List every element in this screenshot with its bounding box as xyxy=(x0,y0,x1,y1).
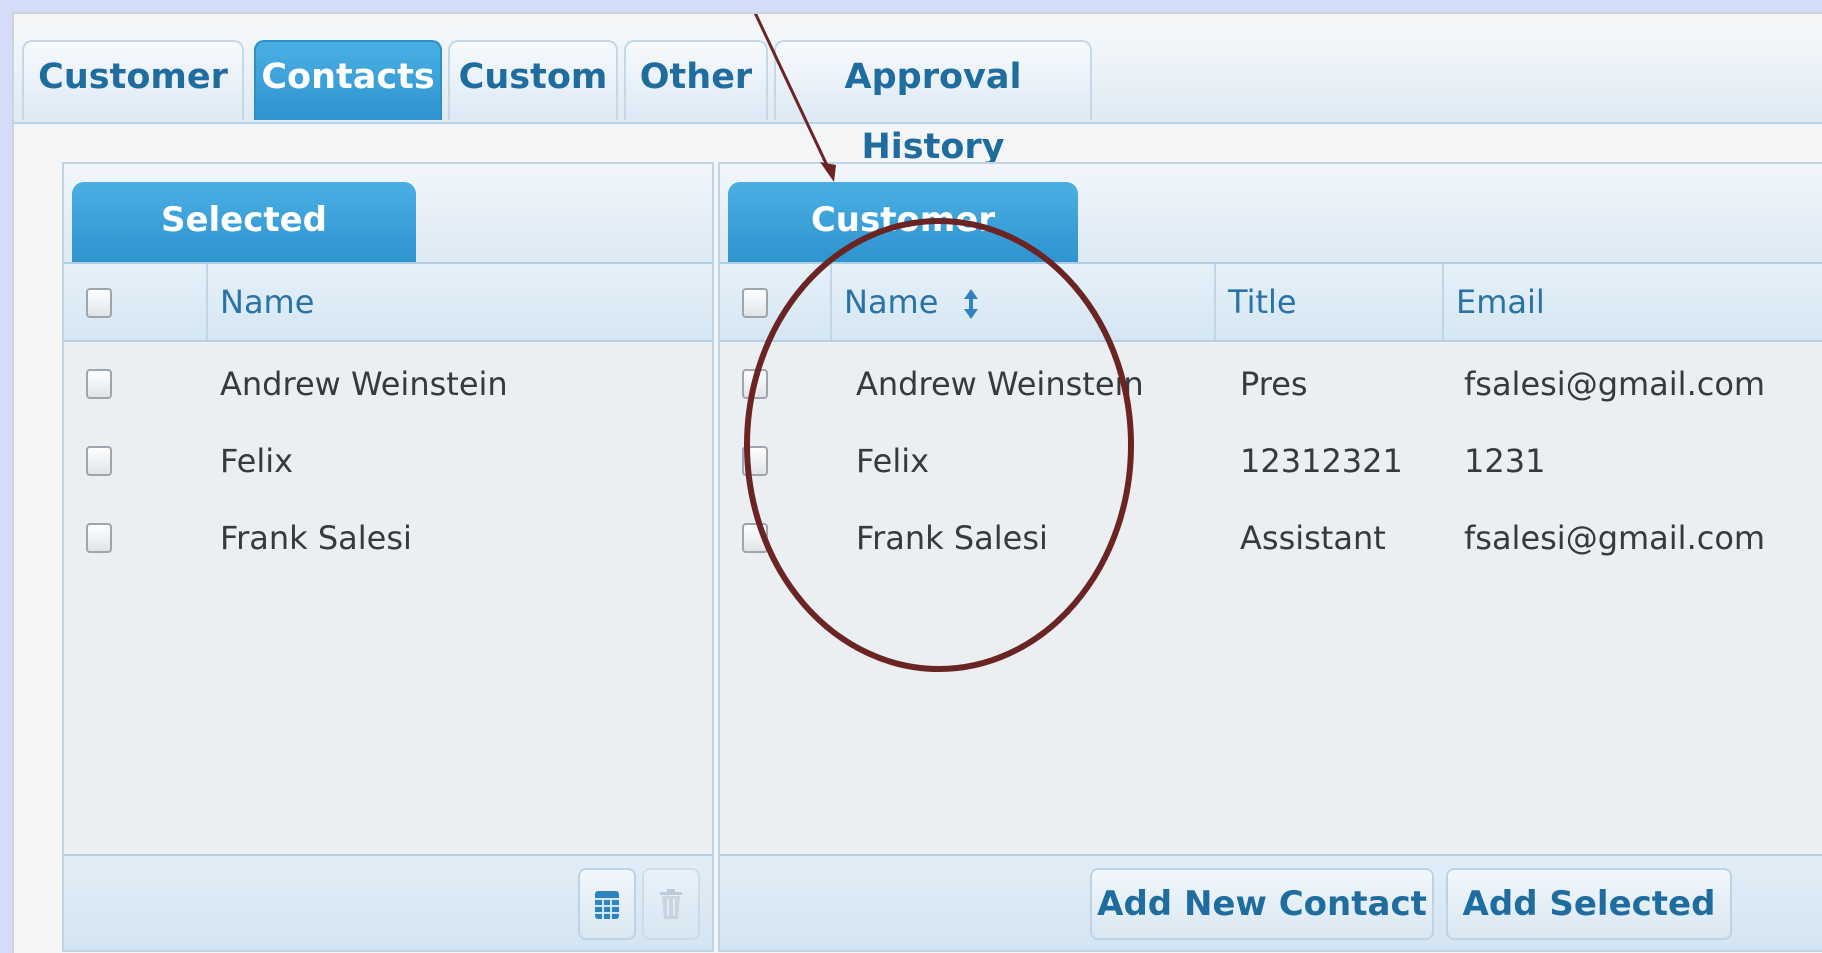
delete-button[interactable] xyxy=(642,868,700,940)
tab-customer[interactable]: Customer xyxy=(22,40,244,120)
row-checkbox[interactable] xyxy=(86,523,112,553)
customer-contacts-grid-header: Name Title Email xyxy=(720,264,1822,342)
customer-contacts-title: Customer Contacts xyxy=(728,182,1078,316)
selected-contacts-header: Selected Contacts xyxy=(64,164,712,316)
selected-contacts-footer xyxy=(64,854,712,950)
contact-email: fsalesi@gmail.com xyxy=(1464,365,1766,403)
contact-title: 12312321 xyxy=(1240,442,1403,480)
column-header-name[interactable]: Name xyxy=(830,264,1214,340)
sort-icon[interactable] xyxy=(963,288,979,320)
select-all-checkbox[interactable] xyxy=(742,288,768,318)
contact-title: Assistant xyxy=(1240,519,1386,557)
row-checkbox[interactable] xyxy=(86,369,112,399)
table-row[interactable]: Andrew Weinstein Pres fsalesi@gmail.com xyxy=(720,347,1822,421)
customer-contacts-panel: Customer Contacts Name Title Email Andre… xyxy=(718,162,1822,952)
table-row[interactable]: Frank Salesi xyxy=(64,501,712,575)
contact-email: 1231 xyxy=(1464,442,1546,480)
add-selected-button[interactable]: Add Selected xyxy=(1446,868,1732,940)
grid-icon xyxy=(595,891,619,919)
contact-email: fsalesi@gmail.com xyxy=(1464,519,1766,557)
tab-contacts[interactable]: Contacts xyxy=(254,40,442,120)
selected-contacts-panel: Selected Contacts Name Andrew Weinstein … xyxy=(62,162,714,952)
contact-name: Frank Salesi xyxy=(856,519,1048,557)
row-checkbox[interactable] xyxy=(742,369,768,399)
column-header-email[interactable]: Email xyxy=(1442,264,1822,340)
tab-custom[interactable]: Custom xyxy=(448,40,618,120)
selected-contacts-grid-header: Name xyxy=(64,264,712,342)
column-header-name-label: Name xyxy=(844,283,939,321)
trash-icon xyxy=(660,889,682,919)
tab-other[interactable]: Other xyxy=(624,40,768,120)
window-frame: Customer Contacts Custom Other Approval … xyxy=(12,12,1822,953)
grid-view-button[interactable] xyxy=(578,868,636,940)
customer-contacts-footer: Add New Contact Add Selected xyxy=(720,854,1822,950)
table-row[interactable]: Andrew Weinstein xyxy=(64,347,712,421)
tab-approval-history[interactable]: Approval History xyxy=(774,40,1092,167)
contact-name: Andrew Weinstein xyxy=(856,365,1144,403)
tab-bar: Customer Contacts Custom Other Approval … xyxy=(14,26,1822,167)
customer-contacts-header: Customer Contacts xyxy=(720,164,1822,316)
contact-name: Felix xyxy=(220,442,294,480)
contact-name: Frank Salesi xyxy=(220,519,412,557)
add-new-contact-label: Add New Contact xyxy=(1097,884,1427,924)
add-selected-label: Add Selected xyxy=(1462,884,1716,924)
contact-name: Andrew Weinstein xyxy=(220,365,508,403)
row-checkbox[interactable] xyxy=(742,523,768,553)
row-checkbox[interactable] xyxy=(742,446,768,476)
contact-title: Pres xyxy=(1240,365,1308,403)
contact-name: Felix xyxy=(856,442,930,480)
column-header-name[interactable]: Name xyxy=(206,264,716,340)
row-checkbox[interactable] xyxy=(86,446,112,476)
column-header-title[interactable]: Title xyxy=(1214,264,1442,340)
select-all-checkbox[interactable] xyxy=(86,288,112,318)
add-new-contact-button[interactable]: Add New Contact xyxy=(1090,868,1434,940)
table-row[interactable]: Felix xyxy=(64,424,712,498)
table-row[interactable]: Felix 12312321 1231 xyxy=(720,424,1822,498)
selected-contacts-title: Selected Contacts xyxy=(72,182,416,316)
table-row[interactable]: Frank Salesi Assistant fsalesi@gmail.com xyxy=(720,501,1822,575)
